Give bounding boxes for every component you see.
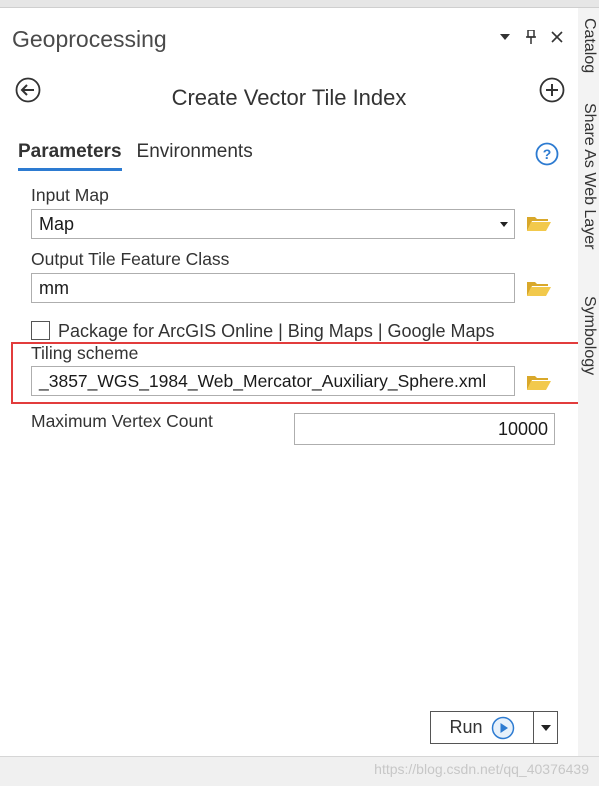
run-play-icon <box>491 716 514 739</box>
output-fc-label: Output Tile Feature Class <box>31 249 230 269</box>
tiling-scheme-value: _3857_WGS_1984_Web_Mercator_Auxiliary_Sp… <box>39 371 487 391</box>
side-tab-strip: Catalog Share As Web Layer Symbology <box>578 8 599 756</box>
pane-options-button[interactable] <box>498 30 512 44</box>
output-fc-browse-button[interactable] <box>526 278 552 298</box>
tiling-scheme-browse-button[interactable] <box>526 372 552 392</box>
max-vertex-label: Maximum Vertex Count <box>31 411 213 431</box>
input-map-browse-button[interactable] <box>526 213 552 233</box>
side-tab-share-web-layer[interactable]: Share As Web Layer <box>580 103 598 249</box>
input-map-label: Input Map <box>31 185 109 205</box>
max-vertex-input[interactable]: 10000 <box>294 413 555 445</box>
pin-button[interactable] <box>524 30 538 44</box>
chevron-down-icon <box>500 222 508 227</box>
close-icon <box>551 31 563 43</box>
pane-title-controls <box>498 30 564 44</box>
add-tool-button[interactable] <box>539 77 565 103</box>
package-checkbox[interactable] <box>31 321 50 340</box>
folder-icon <box>527 376 551 390</box>
output-fc-value: mm <box>39 278 69 298</box>
tiling-scheme-input[interactable]: _3857_WGS_1984_Web_Mercator_Auxiliary_Sp… <box>31 366 515 396</box>
help-button[interactable]: ? <box>535 142 559 166</box>
chevron-down-icon <box>500 34 510 40</box>
svg-text:?: ? <box>543 146 552 162</box>
side-tab-catalog[interactable]: Catalog <box>580 18 598 73</box>
geoprocessing-pane: Geoprocessing Create Vector Tile Index P… <box>0 8 579 756</box>
pane-title: Geoprocessing <box>12 26 167 52</box>
tool-tabs: Parameters Environments <box>18 141 253 171</box>
run-button[interactable]: Run <box>430 711 534 744</box>
top-strip <box>0 0 599 8</box>
bottom-bar: https://blog.csdn.net/qq_40376439 <box>0 756 599 786</box>
side-tab-symbology[interactable]: Symbology <box>580 296 598 375</box>
folder-icon <box>527 282 551 296</box>
add-circle-icon <box>539 77 565 103</box>
run-options-dropdown[interactable] <box>533 711 558 744</box>
input-map-select[interactable]: Map <box>31 209 515 239</box>
run-button-label: Run <box>449 717 483 737</box>
folder-icon <box>527 217 551 231</box>
tab-parameters[interactable]: Parameters <box>18 141 122 171</box>
input-map-value: Map <box>39 214 75 234</box>
package-checkbox-label: Package for ArcGIS Online | Bing Maps | … <box>58 321 495 341</box>
help-icon: ? <box>535 142 559 166</box>
pin-icon <box>526 30 536 44</box>
watermark-text: https://blog.csdn.net/qq_40376439 <box>374 761 589 777</box>
output-fc-input[interactable]: mm <box>31 273 515 303</box>
chevron-down-icon <box>541 725 551 731</box>
tab-environments[interactable]: Environments <box>137 141 253 171</box>
tool-title: Create Vector Tile Index <box>171 85 407 110</box>
close-button[interactable] <box>550 30 564 44</box>
tiling-scheme-label: Tiling scheme <box>31 343 139 363</box>
